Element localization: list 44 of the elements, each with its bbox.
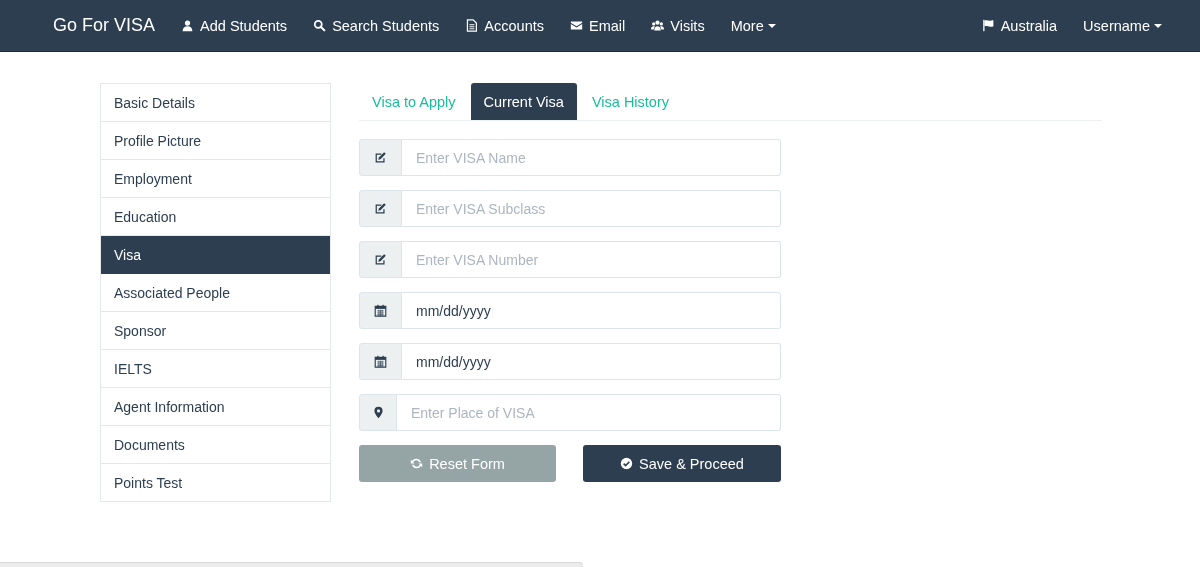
nav-link[interactable]: Add Students bbox=[181, 17, 288, 34]
horizontal-scrollbar[interactable] bbox=[0, 562, 583, 567]
edit-icon bbox=[374, 253, 387, 266]
envelope-icon bbox=[570, 19, 583, 32]
sidebar-item[interactable]: Basic Details bbox=[101, 84, 330, 122]
users-icon bbox=[651, 19, 665, 32]
nav-link[interactable]: Accounts bbox=[465, 17, 544, 34]
save-proceed-button[interactable]: Save & Proceed bbox=[583, 445, 781, 482]
input-field[interactable]: Enter Place of VISA bbox=[397, 394, 781, 431]
sidebar-item[interactable]: Profile Picture bbox=[101, 122, 330, 160]
sidebar-item[interactable]: Employment bbox=[101, 160, 330, 198]
sidebar-item[interactable]: Agent Information bbox=[101, 388, 330, 426]
brand-link[interactable]: Go For VISA bbox=[53, 15, 156, 36]
nav-link[interactable]: Email bbox=[570, 17, 626, 34]
input-field[interactable]: Enter VISA Name bbox=[402, 139, 781, 176]
caret-icon bbox=[1154, 23, 1162, 28]
calendar-icon bbox=[374, 355, 387, 368]
edit-icon bbox=[374, 202, 387, 215]
refresh-icon bbox=[410, 457, 424, 470]
document-icon bbox=[465, 19, 479, 32]
sidebar-item[interactable]: Associated People bbox=[101, 274, 330, 312]
user-icon bbox=[181, 19, 195, 32]
sidebar-item[interactable]: Points Test bbox=[101, 464, 330, 502]
input-field[interactable]: Enter VISA Number bbox=[402, 241, 781, 278]
sidebar-item[interactable]: Visa bbox=[101, 236, 330, 274]
edit-icon bbox=[374, 151, 387, 164]
sidebar-item[interactable]: IELTS bbox=[101, 350, 330, 388]
tab[interactable]: Current Visa bbox=[470, 83, 577, 120]
location-pin-icon bbox=[371, 406, 385, 419]
check-circle-icon bbox=[620, 457, 634, 470]
nav-link[interactable]: Username bbox=[1083, 17, 1162, 34]
sidebar-item[interactable]: Documents bbox=[101, 426, 330, 464]
nav-link[interactable]: Australia bbox=[981, 17, 1058, 34]
calendar-icon bbox=[374, 304, 387, 317]
flag-icon bbox=[981, 19, 995, 32]
input-field[interactable]: Enter VISA Subclass bbox=[402, 190, 781, 227]
nav-link[interactable]: Visits bbox=[651, 17, 705, 34]
nav-link[interactable]: More bbox=[730, 17, 776, 34]
search-icon bbox=[313, 19, 327, 32]
caret-icon bbox=[767, 23, 776, 28]
date-field[interactable]: mm/dd/yyyy bbox=[402, 343, 781, 380]
sidebar-item[interactable]: Sponsor bbox=[101, 312, 330, 350]
nav-link[interactable]: Search Students bbox=[313, 17, 440, 34]
date-field[interactable]: mm/dd/yyyy bbox=[402, 292, 781, 329]
